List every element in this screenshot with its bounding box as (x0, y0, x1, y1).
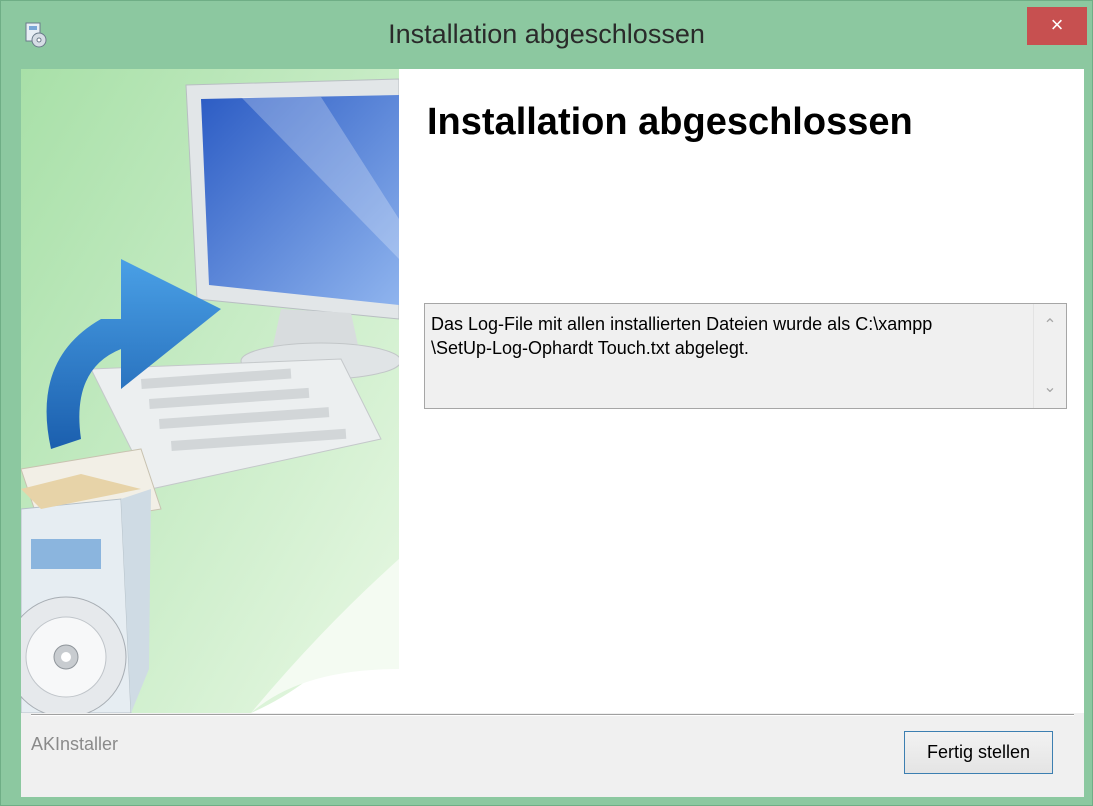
title-bar[interactable]: Installation abgeschlossen × (1, 1, 1092, 69)
installer-window: Installation abgeschlossen × Installatio… (0, 0, 1093, 806)
brand-label: AKInstaller (31, 734, 119, 754)
scroll-up-arrow-icon[interactable]: ⌃ (1034, 310, 1066, 342)
close-button[interactable]: × (1027, 7, 1087, 45)
footer-divider (31, 714, 1074, 716)
page-heading: Installation abgeschlossen (427, 101, 913, 143)
vertical-scrollbar[interactable]: ⌃ ⌄ (1033, 304, 1066, 408)
window-title: Installation abgeschlossen (388, 19, 705, 49)
scroll-down-arrow-icon[interactable]: ⌄ (1034, 372, 1066, 404)
client-area: Installation abgeschlossen Das Log-File … (21, 69, 1084, 797)
content-panel: Installation abgeschlossen Das Log-File … (21, 69, 1084, 713)
log-textbox[interactable]: Das Log-File mit allen installierten Dat… (424, 303, 1067, 409)
install-illustration (21, 69, 399, 713)
log-text: Das Log-File mit allen installierten Dat… (431, 314, 933, 358)
finish-button[interactable]: Fertig stellen (904, 731, 1053, 774)
